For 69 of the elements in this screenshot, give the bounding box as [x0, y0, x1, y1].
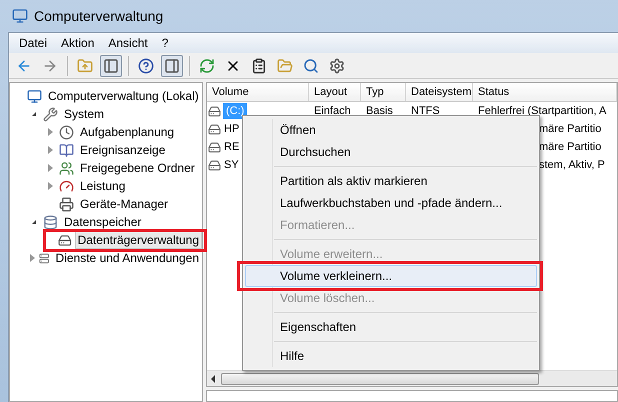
menu-item[interactable]: Durchsuchen	[245, 141, 537, 163]
storage-icon	[43, 214, 58, 230]
menu-item[interactable]: Ansicht	[102, 34, 154, 52]
collapsed-arrow-icon[interactable]	[48, 182, 52, 190]
printer-icon	[59, 196, 74, 212]
tree-item[interactable]: Dienste und Anwendungen	[52, 249, 202, 267]
tree-item[interactable]: Computerverwaltung (Lokal)	[45, 87, 202, 105]
menu-item[interactable]: Laufwerkbuchstaben und -pfade ändern...	[245, 192, 537, 214]
menu-item[interactable]: Eigenschaften	[245, 316, 537, 338]
menu-item[interactable]: Datei	[13, 34, 54, 52]
settings-icon	[329, 58, 345, 74]
horizontal-scrollbar[interactable]	[207, 370, 617, 386]
tree-item[interactable]: System	[61, 105, 108, 123]
menu-item[interactable]: Volume verkleinern...	[245, 265, 537, 287]
collapsed-arrow-icon[interactable]	[30, 254, 35, 262]
expanded-arrow-icon[interactable]	[32, 220, 36, 224]
column-header[interactable]: Typ	[361, 83, 406, 101]
menu-item[interactable]: ?	[156, 34, 174, 52]
collapsed-arrow-icon[interactable]	[48, 164, 52, 172]
collapsed-arrow-icon[interactable]	[48, 128, 52, 136]
table-cell-text: Basis	[365, 104, 394, 119]
tree-item[interactable]: Datenträgerverwaltung	[74, 231, 202, 249]
tree-item[interactable]: Freigegebene Ordner	[77, 159, 198, 177]
menu-item[interactable]: Aktion	[55, 34, 100, 52]
expanded-arrow-icon[interactable]	[32, 112, 36, 116]
table-cell[interactable]: SY	[223, 157, 240, 173]
computer-icon	[12, 8, 28, 24]
window-title: Computerverwaltung	[34, 6, 164, 26]
column-header[interactable]: Volume	[207, 83, 309, 101]
column-header[interactable]: Status	[473, 83, 617, 101]
tree-item[interactable]: Ereignisanzeige	[77, 141, 168, 159]
search-icon	[303, 58, 319, 74]
wrench-icon	[43, 106, 58, 122]
toolbar-button[interactable]	[100, 54, 122, 76]
tree-item[interactable]: Geräte-Manager	[77, 195, 172, 213]
menu-item[interactable]: Hilfe	[245, 345, 537, 367]
clipboard-icon	[251, 58, 267, 74]
help-icon	[138, 58, 154, 74]
column-header[interactable]: Layout	[309, 83, 361, 101]
table-cell-text: NTFS	[410, 104, 441, 119]
gauge-icon	[59, 178, 74, 194]
table-cell[interactable]: HP	[223, 121, 240, 137]
computer-icon	[27, 88, 42, 104]
folder-icon	[277, 58, 293, 74]
tree-item[interactable]: Aufgabenplanung	[77, 123, 178, 141]
menu-item[interactable]: Partition als aktiv markieren	[245, 170, 537, 192]
forward-icon	[42, 58, 58, 74]
table-cell-text: märe Partitio	[539, 122, 602, 137]
scrollbar-thumb[interactable]	[221, 372, 539, 384]
table-cell-text: stem, Aktiv, P	[539, 158, 605, 173]
pane-icon	[164, 58, 180, 74]
table-cell-text: märe Partitio	[539, 140, 602, 155]
collapsed-arrow-icon[interactable]	[48, 146, 52, 154]
pane-icon	[103, 58, 119, 74]
back-icon	[16, 58, 32, 74]
tree-item[interactable]: Leistung	[77, 177, 128, 195]
column-header[interactable]: Dateisystem	[406, 83, 473, 101]
book-icon	[59, 142, 74, 158]
clock-icon	[59, 124, 74, 140]
table-cell-text: Fehlerfrei (Startpartition, A	[477, 104, 608, 119]
scroll-left-icon[interactable]	[211, 374, 215, 382]
toolbar-button[interactable]	[161, 54, 183, 76]
table-cell-text: Einfach	[313, 104, 352, 119]
refresh-icon	[199, 58, 215, 74]
table-cell[interactable]: RE	[223, 139, 240, 155]
people-icon	[59, 160, 74, 176]
folder-up-icon	[77, 58, 93, 74]
tree-item[interactable]: Datenspeicher	[61, 213, 144, 231]
menu-item[interactable]: Öffnen	[245, 119, 537, 141]
